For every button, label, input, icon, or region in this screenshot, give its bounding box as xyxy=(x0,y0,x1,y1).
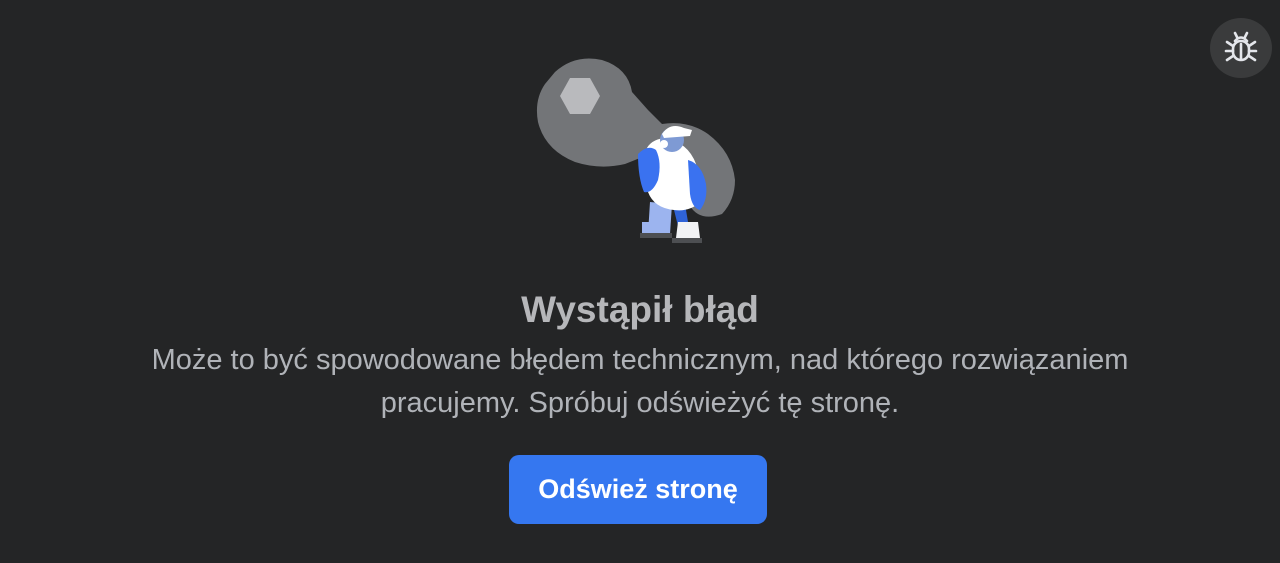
refresh-page-button[interactable]: Odśwież stronę xyxy=(509,455,767,524)
bug-icon xyxy=(1224,31,1258,62)
error-description-line-1: Może to być spowodowane błędem techniczn… xyxy=(151,344,1129,376)
error-description-line-2: pracujemy. Spróbuj odświeżyć tę stronę. xyxy=(380,387,900,419)
error-description: Może to być spowodowane błędem techniczn… xyxy=(40,339,1240,425)
error-title: Wystąpił błąd xyxy=(521,289,759,330)
error-page: Wystąpił błąd Może to być spowodowane bł… xyxy=(0,0,1280,563)
report-bug-button[interactable] xyxy=(1210,18,1272,78)
wrench-worker-illustration xyxy=(536,58,735,243)
